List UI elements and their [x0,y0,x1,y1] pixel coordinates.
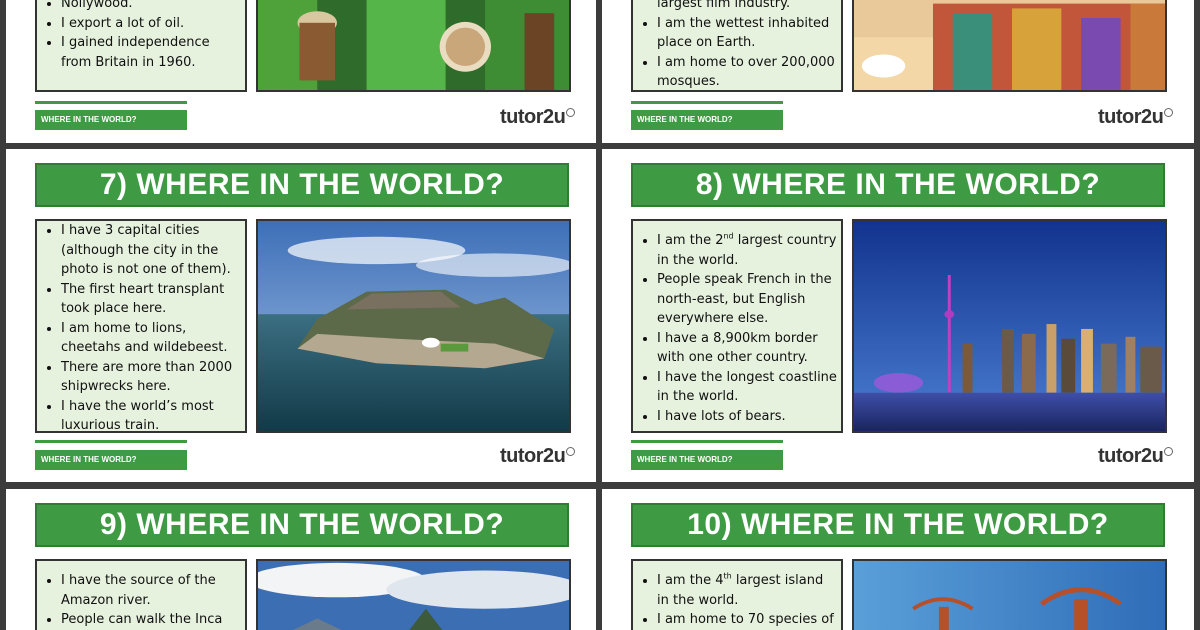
facts-box: I am the 4th largest island in the world… [631,559,843,630]
card-title: 10) WHERE IN THE WORLD? [631,503,1165,547]
footer-line [35,440,187,443]
fact-item: I gained independence from Britain in 19… [61,33,241,72]
facts-box: I have 3 capital cities (although the ci… [35,219,247,433]
footer-tag: WHERE IN THE WORLD? [35,450,187,470]
brand-text: tutor2u [1098,445,1164,467]
footer-line [631,440,783,443]
card-6: largest film industry. I am the wettest … [602,0,1194,143]
facts-box: largest film industry. I am the wettest … [631,0,843,92]
card-8: 8) WHERE IN THE WORLD? I am the 2nd larg… [602,149,1194,482]
fact-item: I am home to over 200,000 mosques. [657,53,837,91]
facts-box: Nollywood. I export a lot of oil. I gain… [35,0,247,92]
fact-item: I am the wettest inhabited place on Eart… [657,14,837,53]
fact-item: I am the 4th largest island in the world… [657,571,837,610]
footer-line [631,101,783,104]
card-9: 9) WHERE IN THE WORLD? I have the source… [6,489,596,630]
brand-ring-icon [1164,447,1174,456]
brand-logo: tutor2u [1098,445,1174,468]
footer-line [35,101,187,104]
card-title: 8) WHERE IN THE WORLD? [631,163,1165,207]
fact-item: I export a lot of oil. [61,14,241,34]
brand-text: tutor2u [500,106,566,128]
footer-tag: WHERE IN THE WORLD? [631,110,783,130]
fact-item: I have 3 capital cities (although the ci… [61,221,241,280]
facts-box: I have the source of the Amazon river. P… [35,559,247,630]
brand-text: tutor2u [1098,106,1164,128]
card-7: 7) WHERE IN THE WORLD? I have 3 capital … [6,149,596,482]
photo-temple [852,0,1167,92]
fact-item: I have the source of the Amazon river. [61,571,241,610]
fact-item: largest film industry. [657,0,791,11]
brand-text: tutor2u [500,445,566,467]
brand-ring-icon [566,447,576,456]
brand-logo: tutor2u [500,106,576,129]
fact-item: Nollywood. [61,0,241,14]
fact-item: People can walk the Inca [61,610,241,630]
brand-ring-icon [566,108,576,117]
footer-tag: WHERE IN THE WORLD? [35,110,187,130]
photo-baobabs [852,559,1167,630]
facts-box: I am the 2nd largest country in the worl… [631,219,843,433]
fact-item: I am the 2nd largest country in the worl… [657,231,837,270]
fact-item: I am home to 70 species of [657,610,837,630]
brand-logo: tutor2u [1098,106,1174,129]
fact-item: There are more than 2000 shipwrecks here… [61,358,241,397]
photo-toronto [852,219,1167,433]
brand-logo: tutor2u [500,445,576,468]
footer-tag: WHERE IN THE WORLD? [631,450,783,470]
fact-item: People speak French in the north-east, b… [657,270,837,329]
fact-item: I have a 8,900km border with one other c… [657,329,837,368]
brand-ring-icon [1164,108,1174,117]
card-title: 7) WHERE IN THE WORLD? [35,163,569,207]
photo-machu-picchu [256,559,571,630]
card-5: Nollywood. I export a lot of oil. I gain… [6,0,596,143]
fact-item: I have the longest coastline in the worl… [657,368,837,407]
card-title: 9) WHERE IN THE WORLD? [35,503,569,547]
fact-item: I am home to lions, cheetahs and wildebe… [61,319,241,358]
fact-item: I have lots of bears. [657,407,837,427]
photo-cape-town [256,219,571,433]
card-10: 10) WHERE IN THE WORLD? I am the 4th lar… [602,489,1194,630]
photo-drummers [256,0,571,92]
fact-item: I have the world’s most luxurious train. [61,397,241,432]
fact-item: The first heart transplant took place he… [61,280,241,319]
